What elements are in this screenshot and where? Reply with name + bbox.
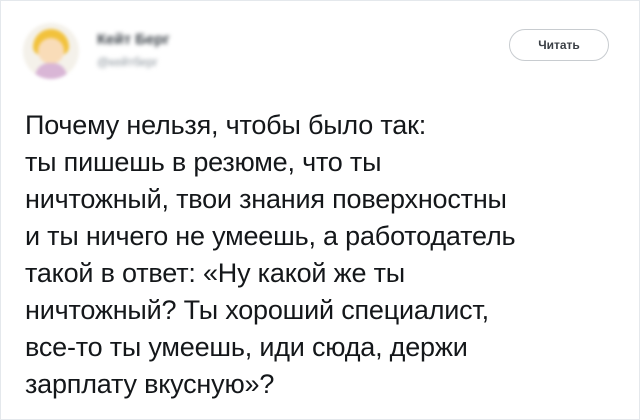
tweet-text: Почему нельзя, чтобы было так: ты пишешь… (25, 107, 625, 403)
author-name[interactable]: Кейт Берг (97, 31, 170, 48)
tweet-line: ничтожный? Ты хороший специалист, (25, 295, 489, 325)
author-avatar[interactable] (23, 23, 79, 79)
tweet-line: Почему нельзя, чтобы было так: (25, 110, 426, 140)
avatar-body-shape (35, 63, 67, 79)
tweet-line: все-то ты умеешь, иди сюда, держи (25, 332, 468, 362)
tweet-line: зарплату вкусную»? (25, 369, 275, 399)
tweet-line: ты пишешь в резюме, что ты (25, 147, 382, 177)
tweet-line: такой в ответ: «Ну какой же ты (25, 258, 405, 288)
follow-button[interactable]: Читать (509, 29, 609, 61)
avatar-face-shape (38, 38, 64, 64)
tweet-line: ничтожный, твои знания поверхностны (25, 184, 507, 214)
tweet-line: и ты ничего не умеешь, а работодатель (25, 221, 516, 251)
author-handle[interactable]: @кейтберг (97, 55, 158, 69)
tweet-card: Кейт Берг @кейтберг Читать Почему нельзя… (0, 0, 640, 420)
